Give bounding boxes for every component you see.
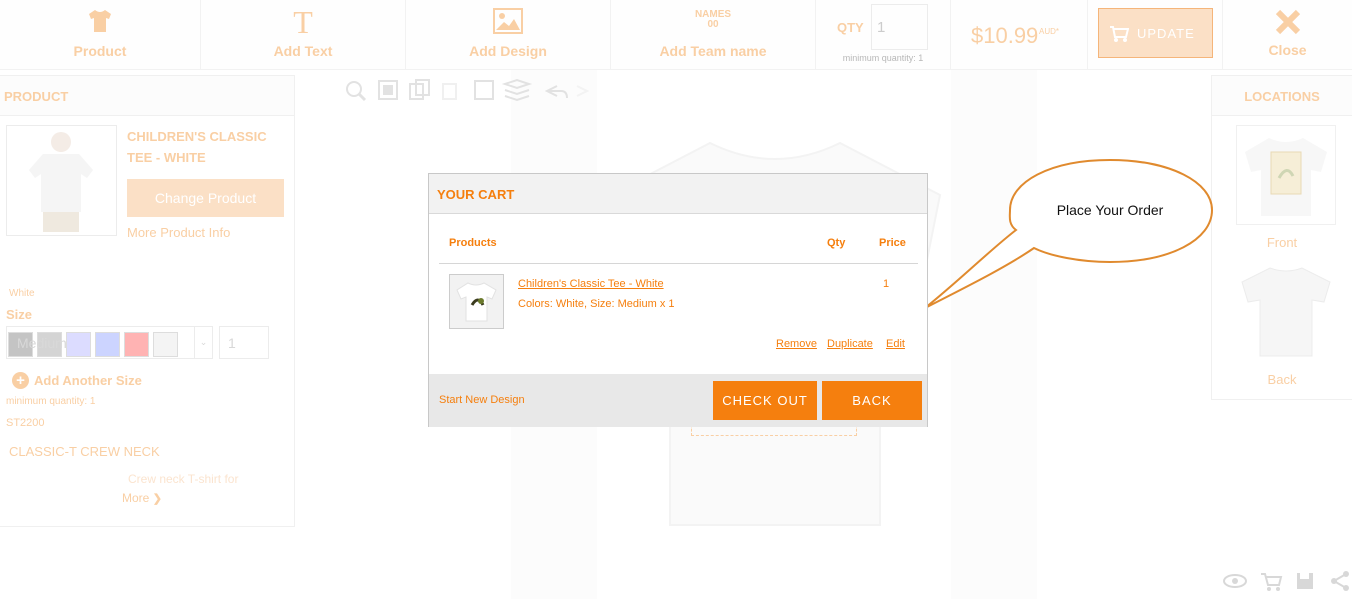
add-text-label: Add Text bbox=[273, 43, 333, 59]
add-design-button[interactable]: Add Design bbox=[406, 0, 611, 70]
location-front-thumb[interactable] bbox=[1236, 125, 1336, 225]
cart-modal: YOUR CART Products Qty Price Children's … bbox=[428, 173, 928, 427]
cart-title: YOUR CART bbox=[429, 174, 927, 214]
product-panel: PRODUCT CHILDREN'S CLASSIC TEE - WHITE C… bbox=[0, 75, 295, 527]
remove-link[interactable]: Remove bbox=[776, 338, 817, 350]
selected-color-label: White bbox=[9, 288, 35, 299]
image-icon bbox=[493, 8, 523, 34]
col-qty-header: Qty bbox=[827, 237, 846, 249]
qty-input[interactable]: 1 bbox=[871, 4, 928, 50]
duplicate-link[interactable]: Duplicate bbox=[827, 338, 873, 350]
add-text-button[interactable]: T Add Text bbox=[201, 0, 406, 70]
text-icon: T bbox=[293, 4, 313, 40]
cart-icon bbox=[1261, 573, 1283, 591]
back-tshirt-image bbox=[1241, 267, 1331, 357]
header-divider bbox=[439, 263, 918, 264]
price-section: $10.99 AUD* bbox=[951, 0, 1088, 70]
add-team-name-button[interactable]: NAMES 00 Add Team name bbox=[611, 0, 816, 70]
size-qty-input[interactable]: 1 bbox=[219, 326, 269, 359]
add-another-size-label: Add Another Size bbox=[34, 373, 142, 388]
more-button[interactable]: More ❯ bbox=[122, 491, 162, 505]
change-product-button[interactable]: Change Product bbox=[127, 179, 284, 217]
chevron-down-icon: ❯ bbox=[152, 493, 162, 505]
price-value: $10.99 bbox=[971, 23, 1039, 48]
back-button[interactable]: BACK bbox=[822, 381, 922, 420]
edit-link[interactable]: Edit bbox=[886, 338, 905, 350]
bottom-actions bbox=[1223, 571, 1349, 591]
update-button[interactable]: UPDATE bbox=[1098, 8, 1213, 58]
start-new-design-link[interactable]: Start New Design bbox=[439, 394, 525, 406]
product-description: Crew neck T-shirt for bbox=[128, 472, 239, 486]
product-sku: ST2200 bbox=[6, 417, 45, 429]
product-tool-label: Product bbox=[73, 43, 127, 59]
cart-icon bbox=[1110, 26, 1129, 42]
size-select-value: Medium bbox=[17, 335, 67, 351]
save-icon bbox=[1297, 573, 1313, 589]
plus-circle-icon: + bbox=[12, 372, 29, 389]
cart-item-name-link[interactable]: Children's Classic Tee - White bbox=[518, 278, 664, 290]
size-label: Size bbox=[6, 307, 33, 322]
locations-title: LOCATIONS bbox=[1212, 76, 1352, 116]
close-label: Close bbox=[1268, 42, 1307, 58]
product-thumbnail[interactable] bbox=[6, 125, 117, 236]
top-toolbar: Product T Add Text Add Design NAMES 00 A… bbox=[0, 0, 1352, 70]
style-name: CLASSIC-T CREW NECK bbox=[9, 444, 160, 459]
min-qty-note: minimum quantity: 1 bbox=[842, 53, 924, 63]
cart-item-thumbnail[interactable] bbox=[449, 274, 504, 329]
add-team-name-label: Add Team name bbox=[659, 43, 767, 59]
product-panel-title: PRODUCT bbox=[0, 76, 294, 116]
size-min-qty-note: minimum quantity: 1 bbox=[6, 396, 96, 407]
quantity-section: QTY 1 minimum quantity: 1 bbox=[816, 0, 951, 70]
locations-panel: LOCATIONS Front Back bbox=[1211, 75, 1352, 400]
callout-text: Place Your Order bbox=[1056, 202, 1164, 218]
tshirt-icon bbox=[89, 10, 111, 32]
team-name-icon: NAMES 00 bbox=[694, 9, 732, 30]
more-label: More bbox=[122, 491, 150, 505]
col-price-header: Price bbox=[879, 237, 906, 249]
col-products-header: Products bbox=[449, 237, 497, 249]
product-photo bbox=[29, 132, 93, 232]
cart-item-qty: 1 bbox=[883, 278, 890, 290]
qty-label: QTY bbox=[837, 20, 864, 35]
location-back-thumb[interactable] bbox=[1236, 262, 1336, 362]
update-section: UPDATE bbox=[1088, 0, 1223, 70]
back-label: Back bbox=[1267, 372, 1297, 387]
update-label: UPDATE bbox=[1137, 26, 1195, 41]
front-label: Front bbox=[1266, 235, 1298, 250]
canvas-tool-icons bbox=[346, 78, 590, 102]
speech-bubble bbox=[924, 158, 1214, 309]
close-icon bbox=[1275, 9, 1300, 35]
add-design-label: Add Design bbox=[469, 43, 547, 59]
share-icon bbox=[1331, 571, 1349, 591]
item-tshirt-image bbox=[450, 275, 503, 328]
size-select[interactable]: Medium ⌄ bbox=[6, 326, 213, 359]
eye-icon bbox=[1223, 574, 1247, 588]
checkout-button[interactable]: CHECK OUT bbox=[713, 381, 817, 420]
front-tshirt-image bbox=[1245, 138, 1327, 216]
product-name: CHILDREN'S CLASSIC TEE - WHITE bbox=[127, 129, 267, 165]
currency-label: AUD* bbox=[1039, 27, 1060, 36]
product-tool-button[interactable]: Product bbox=[0, 0, 201, 70]
close-button[interactable]: Close bbox=[1223, 0, 1352, 70]
cart-item-details: Colors: White, Size: Medium x 1 bbox=[518, 298, 675, 310]
cart-footer: Start New Design CHECK OUT BACK bbox=[429, 374, 927, 427]
chevron-down-icon: ⌄ bbox=[194, 327, 212, 358]
more-product-info-link[interactable]: More Product Info bbox=[127, 225, 230, 240]
